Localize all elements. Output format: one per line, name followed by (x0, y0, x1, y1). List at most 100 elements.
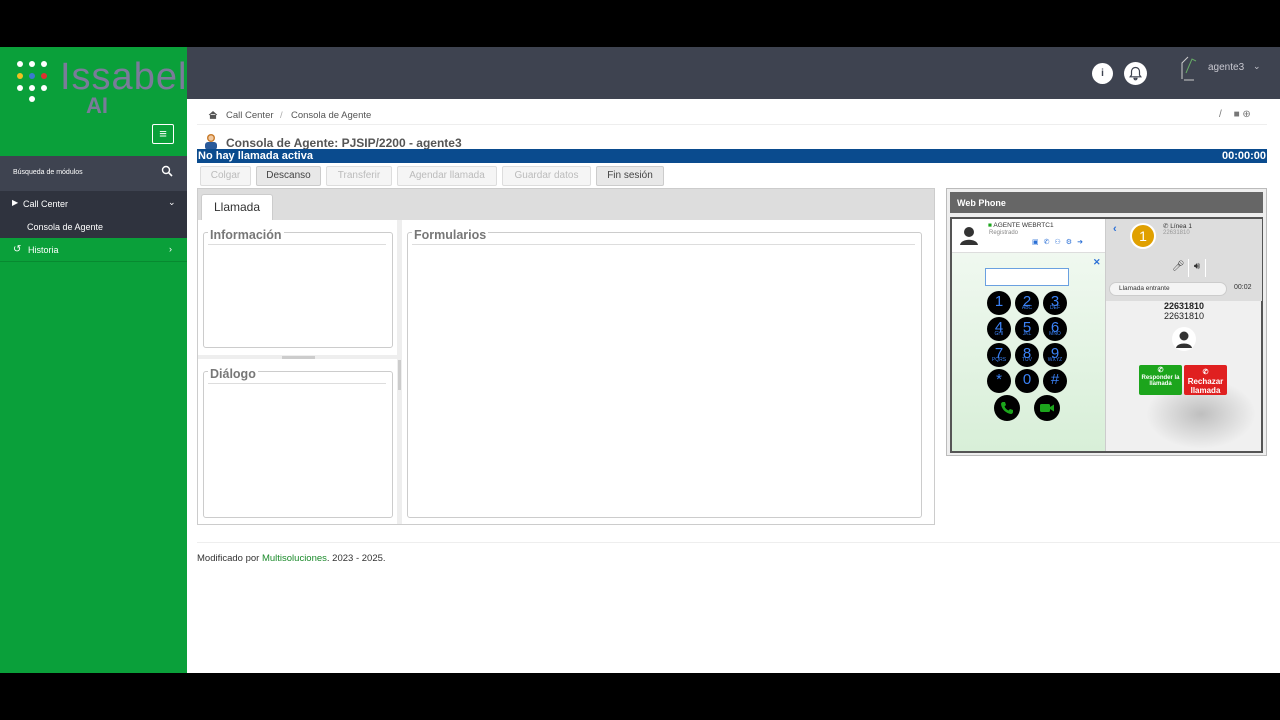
call-status-bar: No hay llamada activa 00:00:00 (197, 149, 1267, 163)
settings-icon[interactable]: ⚙ (1066, 239, 1077, 246)
transferir-button[interactable]: Transferir (326, 166, 392, 186)
back-chevron-icon[interactable]: ‹ (1113, 223, 1117, 235)
dialog-section: Diálogo (203, 367, 393, 518)
logo-subtext: AI (86, 93, 108, 118)
logo-area: Issabel AI ≡ (0, 47, 187, 156)
key-letters: DEF (1050, 305, 1060, 311)
tab-llamada[interactable]: Llamada (201, 194, 273, 220)
app-window: Issabel AI ≡ Búsqueda de módulos ▶ Call … (0, 47, 1280, 673)
key-digit: * (996, 371, 1002, 388)
call-panel: Llamada Información Diálogo Formularios (197, 188, 935, 525)
logout-icon[interactable]: ➜ (1077, 239, 1088, 246)
phone-icon: ✆ (1163, 223, 1169, 230)
module-search[interactable]: Búsqueda de módulos (0, 156, 187, 191)
webphone-title: Web Phone (957, 198, 1006, 208)
hamburger-icon: ≡ (159, 126, 167, 141)
footer-link[interactable]: Multisoluciones (262, 553, 327, 564)
dial-key-9[interactable]: 9 WXYZ (1043, 343, 1067, 367)
home-icon[interactable] (208, 110, 218, 120)
info-section-title: Información (208, 228, 284, 242)
chevron-down-icon[interactable]: ⌄ (1253, 61, 1261, 72)
module-search-label: Búsqueda de módulos (13, 169, 83, 176)
user-avatar-icon (960, 227, 978, 245)
breadcrumb-separator: / (280, 110, 283, 121)
dial-key-8[interactable]: 8 TUV (1015, 343, 1039, 367)
fin-sesion-button[interactable]: Fin sesión (596, 166, 664, 186)
chevron-down-icon: ⌄ (168, 197, 176, 207)
line-label: ✆ Línea 1 (1163, 222, 1192, 230)
info-section: Información (203, 228, 393, 348)
info-icon[interactable]: i (1092, 63, 1113, 84)
key-digit: # (1050, 371, 1060, 388)
add-user-icon[interactable]: ⚇ (1055, 239, 1066, 246)
caret-right-icon: ▶ (12, 198, 19, 207)
footer-divider (197, 542, 1280, 543)
dial-key-3[interactable]: 3 DEF (1043, 291, 1067, 315)
call-status-text: No hay llamada activa (198, 150, 313, 162)
sidebar-item-label: Consola de Agente (27, 222, 104, 232)
webphone-body: ■ AGENTE WEBRTC1 Registrado ▣✆⚇⚙➜ ✕ 1 2A… (950, 217, 1263, 453)
dial-key-4[interactable]: 4 GHI (987, 317, 1011, 341)
globe-icon[interactable]: ⊕ (1242, 109, 1250, 120)
dial-key-5[interactable]: 5 JKL (1015, 317, 1039, 341)
dial-key-2[interactable]: 2 ABC (1015, 291, 1039, 315)
answer-call-button[interactable]: ✆ Responder la llamada (1139, 365, 1182, 395)
logo-dots-icon (15, 59, 55, 103)
agent-header: ■ AGENTE WEBRTC1 Registrado ▣✆⚇⚙➜ (952, 219, 1105, 253)
sidebar: Issabel AI ≡ Búsqueda de módulos ▶ Call … (0, 47, 187, 673)
contacts-icon[interactable]: ▣ (1032, 239, 1044, 246)
line-header: ‹ 1 ✆ Línea 1 22631810 🎤︎ 🔊︎ Llamada ent… (1106, 219, 1262, 301)
bell-icon[interactable] (1124, 62, 1147, 85)
video-call-button[interactable] (1034, 395, 1060, 421)
hangup-icon: ✆ (1202, 369, 1209, 376)
caller-id: 22631810 (1163, 311, 1205, 321)
close-icon[interactable]: ✕ (1093, 257, 1101, 268)
speaker-icon[interactable]: 🔊︎ (1188, 259, 1206, 277)
microphone-icon[interactable]: 🎤︎ (1172, 261, 1185, 272)
forms-section-title: Formularios (412, 228, 489, 242)
menu-toggle-button[interactable]: ≡ (152, 124, 174, 144)
sidebar-item-historia[interactable]: ↺ Historia › (0, 238, 187, 262)
topbar: i agente3 ⌄ (187, 47, 1280, 99)
agent-icon (205, 134, 217, 150)
reject-call-label: Rechazar llamada (1187, 377, 1224, 395)
dial-key-hash[interactable]: # (1043, 369, 1067, 393)
dial-key-6[interactable]: 6 MNO (1043, 317, 1067, 341)
key-letters: TUV (1022, 357, 1032, 363)
colgar-button[interactable]: Colgar (200, 166, 251, 186)
agent-registration-status: Registrado (989, 230, 1019, 236)
reject-call-button[interactable]: ✆ Rechazar llamada (1184, 365, 1227, 395)
dial-number-input[interactable] (985, 268, 1069, 286)
key-letters: MNO (1049, 331, 1061, 337)
splitter-grip[interactable] (398, 360, 401, 390)
call-duration: 00:02 (1234, 284, 1252, 291)
descanso-button[interactable]: Descanso (256, 166, 321, 186)
agent-actions: ▣✆⚇⚙➜ (1032, 238, 1088, 246)
footer-prefix: Modificado por (197, 553, 262, 564)
guardar-datos-button[interactable]: Guardar datos (502, 166, 591, 186)
key-digit: 0 (1022, 371, 1032, 388)
dial-key-1[interactable]: 1 (987, 291, 1011, 315)
audio-call-button[interactable] (994, 395, 1020, 421)
phone-icon[interactable]: ✆ (1044, 239, 1055, 246)
search-icon[interactable] (161, 165, 173, 177)
bookmark-icon[interactable]: ■ (1234, 109, 1240, 120)
page-title: Consola de Agente: PJSIP/2200 - agente3 (226, 136, 462, 150)
breadcrumb: Call Center / Consola de Agente / ■ ⊕ (197, 105, 1267, 125)
breadcrumb-item-call-center[interactable]: Call Center (226, 110, 274, 121)
dial-key-star[interactable]: * (987, 369, 1011, 393)
agendar-llamada-button[interactable]: Agendar llamada (397, 166, 497, 186)
sidebar-item-consola-de-agente[interactable]: Consola de Agente (0, 216, 187, 238)
dial-key-0[interactable]: 0 (1015, 369, 1039, 393)
key-letters: GHI (994, 331, 1004, 337)
avatar[interactable] (1180, 55, 1198, 81)
breadcrumb-actions: / ■ ⊕ (1219, 109, 1251, 120)
breadcrumb-right-separator: / (1219, 109, 1222, 120)
agent-name: ■ AGENTE WEBRTC1 (988, 222, 1054, 229)
key-letters: PQRS (991, 357, 1007, 363)
tab-strip: Llamada (198, 189, 934, 220)
dial-key-7[interactable]: 7 PQRS (987, 343, 1011, 367)
user-name[interactable]: agente3 (1208, 62, 1244, 73)
sidebar-item-call-center[interactable]: ▶ Call Center ⌄ (0, 191, 187, 216)
splitter-grip[interactable] (282, 356, 315, 359)
